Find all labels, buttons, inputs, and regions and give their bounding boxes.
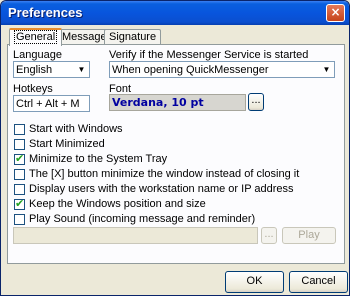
- checkmark-icon: ✔: [15, 152, 25, 165]
- verify-service-select[interactable]: When opening QuickMessenger ▼: [109, 61, 335, 78]
- preferences-dialog: Preferences × General Message Signature …: [0, 0, 350, 296]
- ok-button[interactable]: OK: [225, 271, 284, 293]
- hotkeys-input[interactable]: Ctrl + Alt + M: [13, 95, 90, 112]
- language-value: English: [16, 64, 53, 76]
- language-label: Language: [13, 49, 62, 61]
- cancel-button[interactable]: Cancel: [289, 271, 348, 293]
- checkbox[interactable]: [14, 214, 25, 225]
- sound-browse-button[interactable]: ...: [261, 227, 277, 244]
- title-bar[interactable]: Preferences ×: [1, 1, 349, 25]
- hotkeys-label: Hotkeys: [13, 83, 53, 95]
- verify-service-label: Verify if the Messenger Service is start…: [109, 49, 309, 61]
- chevron-down-icon[interactable]: ▼: [320, 63, 333, 76]
- tab-signature[interactable]: Signature: [104, 29, 162, 45]
- font-display: Verdana, 10 pt: [109, 94, 246, 111]
- checkmark-icon: ✔: [15, 197, 25, 210]
- play-button[interactable]: Play: [282, 227, 336, 244]
- checkbox[interactable]: ✔: [14, 197, 25, 210]
- checkbox[interactable]: [14, 169, 25, 180]
- close-button[interactable]: ×: [326, 4, 345, 22]
- language-select[interactable]: English ▼: [13, 61, 90, 78]
- window-title: Preferences: [8, 5, 83, 20]
- tab-general[interactable]: General: [9, 28, 63, 46]
- verify-service-value: When opening QuickMessenger: [112, 64, 269, 76]
- checkbox[interactable]: [14, 124, 25, 135]
- font-browse-button[interactable]: ...: [248, 93, 264, 111]
- general-tab-panel: Language English ▼ Verify if the Messeng…: [7, 44, 345, 264]
- chevron-down-icon[interactable]: ▼: [75, 63, 88, 76]
- sound-file-input: [13, 227, 258, 244]
- checkbox[interactable]: ✔: [14, 152, 25, 165]
- checkbox[interactable]: [14, 184, 25, 195]
- close-icon: ×: [330, 5, 341, 19]
- checkbox[interactable]: [14, 139, 25, 150]
